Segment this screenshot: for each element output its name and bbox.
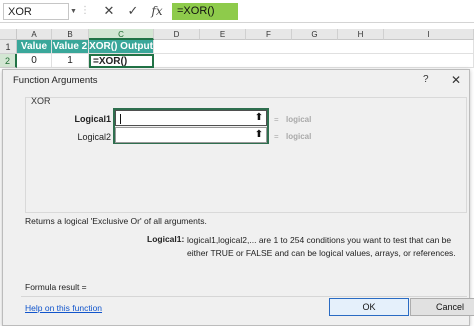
vertical-dots-icon: ⋮ xyxy=(80,5,90,16)
arg-result-logical1: logical xyxy=(286,115,312,124)
collapse-dialog-icon[interactable]: ⬆ xyxy=(253,129,265,141)
close-icon[interactable]: ✕ xyxy=(451,73,461,87)
cells-row2-empty[interactable] xyxy=(154,54,474,68)
cell-a1[interactable]: Value 1 xyxy=(17,40,52,66)
formula-bar: XOR ▼ ⋮ ✕ ✓ fx =XOR() xyxy=(0,0,474,23)
function-name: XOR xyxy=(31,96,51,106)
column-header-a[interactable]: A xyxy=(17,29,52,40)
column-header-g[interactable]: G xyxy=(292,29,338,40)
dialog-divider xyxy=(21,296,467,297)
column-header-h[interactable]: H xyxy=(338,29,384,40)
cell-b1[interactable]: Value 2 xyxy=(52,40,89,54)
spreadsheet-grid: A B C D E F G H I 1 2 Value 1 Value 2 XO… xyxy=(0,29,474,69)
help-on-function-link[interactable]: Help on this function xyxy=(25,303,102,313)
logical1-input[interactable]: ⬆ xyxy=(115,110,267,126)
cancel-icon[interactable]: ✕ xyxy=(100,2,118,20)
column-header-c[interactable]: C xyxy=(89,29,154,40)
help-icon[interactable]: ? xyxy=(423,74,429,85)
select-all-corner[interactable] xyxy=(0,29,17,40)
insert-function-icon[interactable]: fx xyxy=(148,2,166,20)
text-cursor xyxy=(120,114,121,124)
arg-label-logical1: Logical1 xyxy=(74,114,111,124)
function-arguments-dialog: Function Arguments ? ✕ XOR Logical1 ⬆ = … xyxy=(2,69,474,326)
function-description: Returns a logical 'Exclusive Or' of all … xyxy=(25,216,207,226)
column-header-b[interactable]: B xyxy=(52,29,89,40)
name-box[interactable]: XOR xyxy=(3,3,69,20)
argument-help-text: logical1,logical2,... are 1 to 254 condi… xyxy=(187,235,456,258)
dialog-title: Function Arguments xyxy=(13,75,98,86)
ok-button[interactable]: OK xyxy=(329,298,409,316)
arg-label-logical2: Logical2 xyxy=(77,132,111,142)
column-header-f[interactable]: F xyxy=(246,29,292,40)
collapse-dialog-icon[interactable]: ⬆ xyxy=(253,112,265,124)
row-header-1[interactable]: 1 xyxy=(0,40,17,54)
arg-equals-2: = xyxy=(274,132,279,141)
row-header-2[interactable]: 2 xyxy=(0,54,17,68)
cell-a2[interactable]: 0 xyxy=(17,54,52,68)
enter-icon[interactable]: ✓ xyxy=(124,2,142,20)
arg-equals-1: = xyxy=(274,115,279,124)
arg-result-logical2: logical xyxy=(286,132,312,141)
formula-result: Formula result = xyxy=(25,282,87,292)
chevron-down-icon[interactable]: ▼ xyxy=(70,8,77,15)
cell-c2[interactable]: =XOR() xyxy=(89,54,154,68)
argument-help-label: Logical1: xyxy=(147,234,185,244)
cell-c1[interactable]: XOR() Output xyxy=(89,40,154,54)
column-header-i[interactable]: I xyxy=(384,29,474,40)
column-header-d[interactable]: D xyxy=(154,29,200,40)
column-header-e[interactable]: E xyxy=(200,29,246,40)
logical2-input[interactable]: ⬆ xyxy=(115,127,267,143)
cells-row1-empty[interactable] xyxy=(154,40,474,54)
cell-b2[interactable]: 1 xyxy=(52,54,89,68)
cancel-button[interactable]: Cancel xyxy=(410,298,474,316)
formula-input[interactable]: =XOR() xyxy=(172,3,238,20)
